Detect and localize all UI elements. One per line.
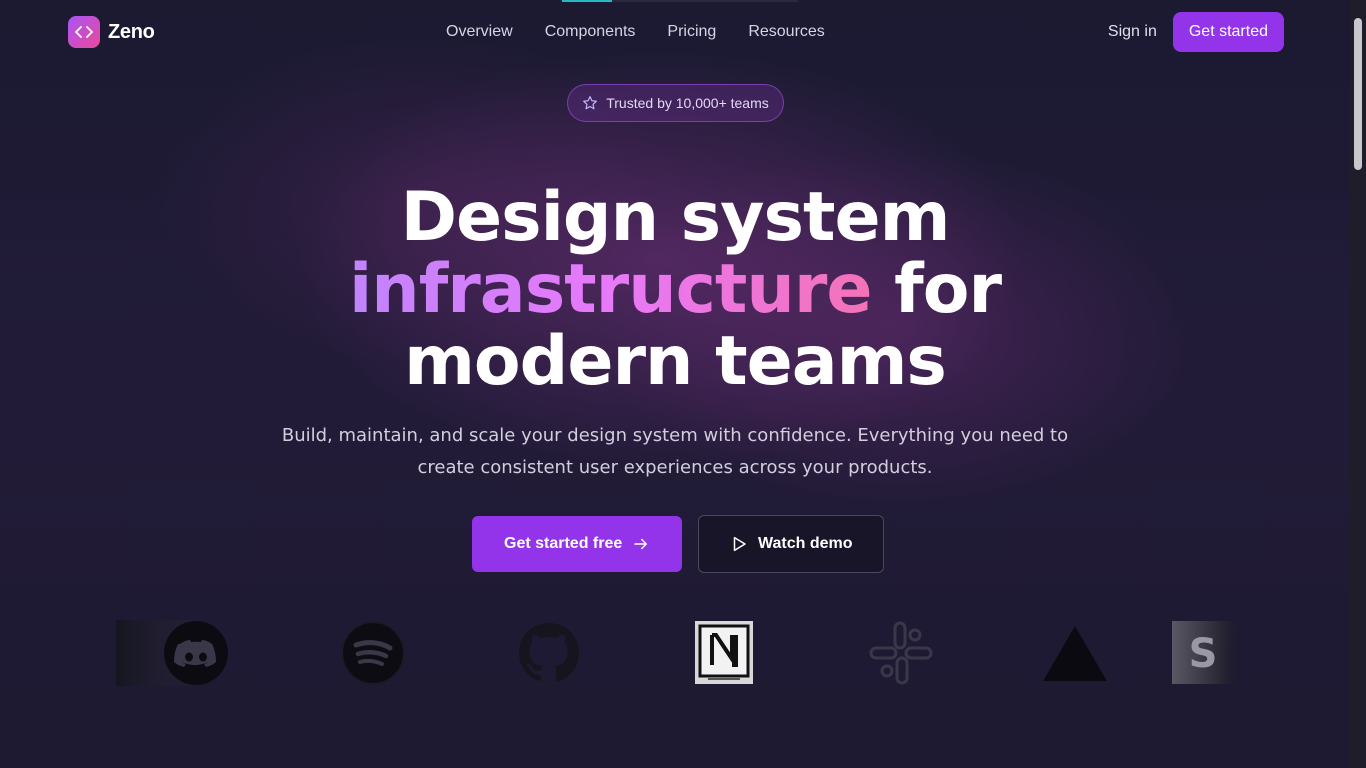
svg-text:S: S	[1189, 631, 1218, 677]
spotify-logo	[340, 620, 406, 686]
arrow-right-icon	[634, 538, 648, 550]
get-started-free-button[interactable]: Get started free	[472, 516, 683, 572]
notion-logo	[694, 620, 754, 686]
play-icon	[733, 536, 746, 552]
nav-actions: Sign in Get started	[1108, 12, 1284, 52]
nav-link-pricing[interactable]: Pricing	[667, 23, 716, 41]
get-started-button[interactable]: Get started	[1172, 12, 1284, 52]
watch-demo-button[interactable]: Watch demo	[698, 515, 885, 573]
cta-group: Get started free Watch demo	[472, 515, 885, 573]
top-navigation: Zeno Overview Components Pricing Resourc…	[68, 12, 1284, 52]
loading-track	[612, 0, 798, 2]
loading-indicator	[562, 0, 612, 2]
get-started-free-label: Get started free	[504, 535, 623, 552]
stripe-logo: S	[1172, 620, 1238, 686]
watch-demo-label: Watch demo	[758, 535, 853, 552]
customer-logos: S	[116, 620, 1238, 686]
code-brackets-icon	[68, 16, 100, 48]
vercel-logo	[1042, 620, 1108, 686]
hero-line-3: modern teams	[404, 322, 947, 401]
scrollbar-thumb[interactable]	[1354, 18, 1362, 170]
brand-link[interactable]: Zeno	[68, 16, 155, 48]
slack-logo	[868, 620, 934, 686]
hero-line-1: Design system	[400, 178, 951, 257]
sign-in-link[interactable]: Sign in	[1108, 23, 1157, 41]
nav-links: Overview Components Pricing Resources	[446, 23, 825, 41]
discord-logo	[116, 620, 230, 686]
nav-link-resources[interactable]: Resources	[748, 23, 824, 41]
star-icon	[583, 96, 598, 110]
trust-badge-text: Trusted by 10,000+ teams	[606, 95, 769, 111]
nav-link-components[interactable]: Components	[545, 23, 636, 41]
hero-heading: Design system infrastructure for modern …	[0, 182, 1350, 398]
brand-name: Zeno	[108, 20, 155, 43]
hero-line-2-rest: for	[871, 250, 1002, 329]
nav-link-overview[interactable]: Overview	[446, 23, 513, 41]
hero-subtitle: Build, maintain, and scale your design s…	[281, 425, 1069, 478]
page-scrollbar[interactable]	[1350, 0, 1366, 768]
hero-highlight: infrastructure	[348, 250, 873, 329]
trust-badge: Trusted by 10,000+ teams	[567, 84, 784, 122]
github-logo	[516, 620, 582, 686]
